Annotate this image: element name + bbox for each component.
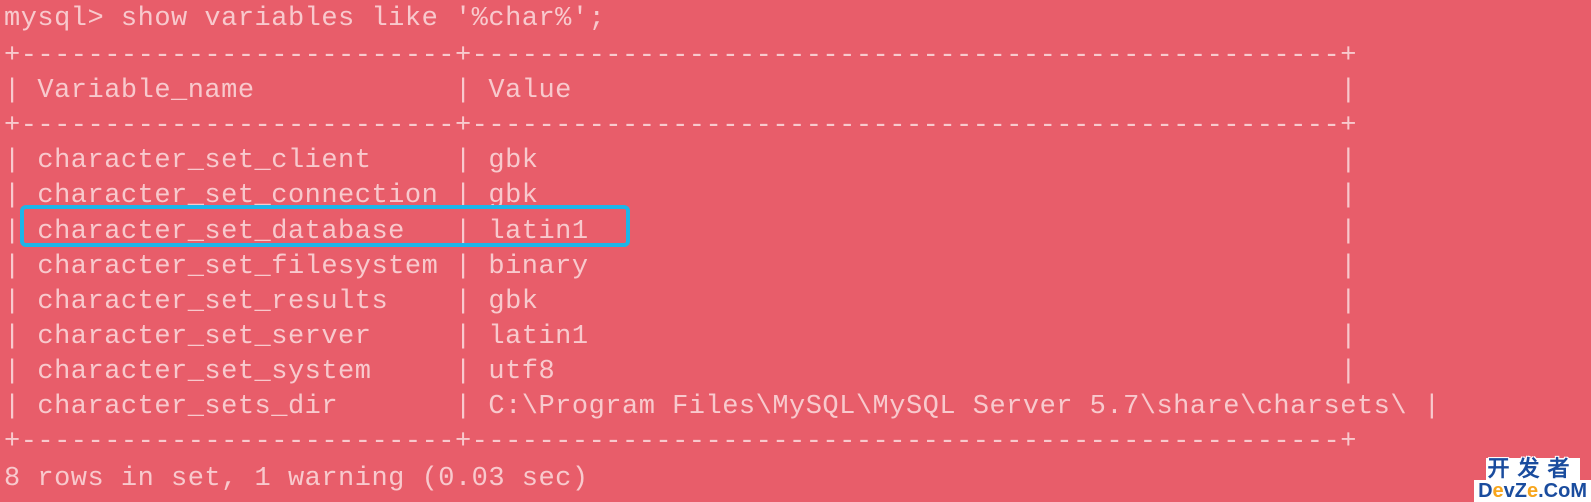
table-row: | character_set_server | latin1 | [0,320,1591,355]
watermark-cn-text: 开发者 [1486,458,1580,480]
table-header-row: | Variable_name | Value | [0,74,1591,109]
watermark-en-text: DevZe.CoM [1474,480,1591,502]
table-row: | character_set_client | gbk | [0,144,1591,179]
table-row: | character_sets_dir | C:\Program Files\… [0,390,1591,425]
table-row: | character_set_results | gbk | [0,285,1591,320]
watermark: 开发者 DevZe.CoM [1474,458,1591,502]
table-row-highlighted: | character_set_database | latin1 | [0,215,1591,250]
mysql-prompt-line: mysql> show variables like '%char%'; [0,2,1591,37]
result-summary: 8 rows in set, 1 warning (0.03 sec) [0,462,1591,497]
table-row: | character_set_filesystem | binary | [0,250,1591,285]
table-border-top: +--------------------------+------------… [0,39,1591,74]
table-row: | character_set_connection | gbk | [0,179,1591,214]
table-border-mid: +--------------------------+------------… [0,109,1591,144]
table-border-bottom: +--------------------------+------------… [0,425,1591,460]
table-row: | character_set_system | utf8 | [0,355,1591,390]
